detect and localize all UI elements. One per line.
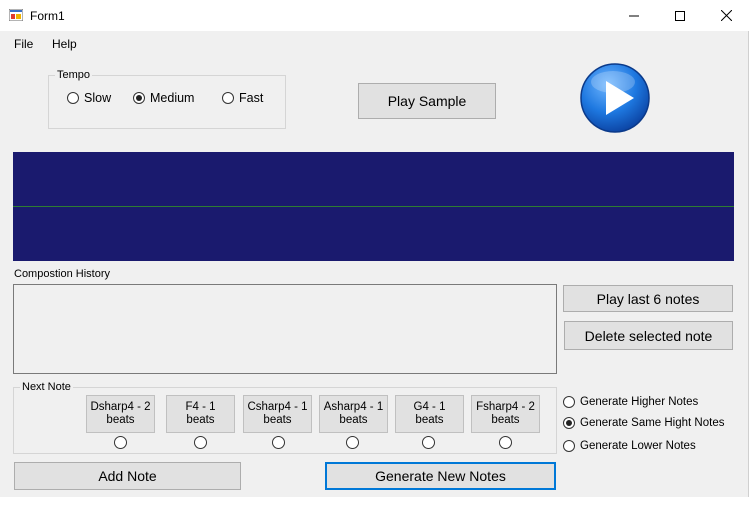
note-text: beats [263, 414, 292, 426]
tempo-slow-radio[interactable]: Slow [67, 91, 111, 105]
note-option-4[interactable]: Asharp4 - 1 beats [319, 395, 388, 433]
generate-same-label: Generate Same Hight Notes [580, 417, 725, 429]
menu-file[interactable]: File [14, 37, 33, 51]
note-text: Csharp4 - 1 [247, 401, 308, 413]
note-text: Dsharp4 - 2 [90, 401, 151, 413]
note-radio-4[interactable] [346, 436, 359, 449]
note-text: beats [415, 414, 444, 426]
radio-circle [563, 396, 575, 408]
tempo-fast-label: Fast [239, 91, 264, 105]
minimize-icon [629, 15, 639, 16]
generate-same-radio[interactable]: Generate Same Hight Notes [563, 417, 724, 429]
generate-new-notes-button[interactable]: Generate New Notes [325, 462, 556, 490]
radio-circle [67, 92, 79, 104]
app-icon [9, 9, 23, 21]
waveform-display [13, 152, 734, 261]
title-bar[interactable]: Form1 [0, 0, 749, 31]
note-radio-1[interactable] [114, 436, 127, 449]
note-radio-6[interactable] [499, 436, 512, 449]
note-text: beats [491, 414, 520, 426]
note-option-5[interactable]: G4 - 1 beats [395, 395, 464, 433]
delete-selected-button[interactable]: Delete selected note [564, 321, 733, 350]
note-option-6[interactable]: Fsharp4 - 2 beats [471, 395, 540, 433]
generate-lower-label: Generate Lower Notes [580, 440, 696, 452]
window-title: Form1 [30, 9, 65, 23]
note-radio-5[interactable] [422, 436, 435, 449]
waveform-line [13, 206, 734, 207]
close-button[interactable] [703, 0, 749, 31]
note-text: beats [339, 414, 368, 426]
main-window: Form1 File Help Tempo Slow Medium Fast P… [0, 0, 749, 497]
play-last-button[interactable]: Play last 6 notes [563, 285, 733, 312]
play-icon[interactable] [579, 62, 651, 134]
generate-higher-radio[interactable]: Generate Higher Notes [563, 396, 698, 408]
maximize-icon [675, 10, 685, 21]
note-text: F4 - 1 [185, 401, 216, 413]
note-option-1[interactable]: Dsharp4 - 2 beats [86, 395, 155, 433]
note-option-2[interactable]: F4 - 1 beats [166, 395, 235, 433]
history-label: Compostion History [14, 268, 110, 280]
note-text: Asharp4 - 1 [323, 401, 384, 413]
radio-circle [222, 92, 234, 104]
menu-help[interactable]: Help [52, 37, 77, 51]
play-sample-button[interactable]: Play Sample [358, 83, 496, 119]
tempo-label: Tempo [55, 69, 93, 81]
maximize-button[interactable] [657, 0, 703, 31]
minimize-button[interactable] [611, 0, 657, 31]
note-text: beats [106, 414, 135, 426]
radio-circle-checked [563, 417, 575, 429]
radio-circle [563, 440, 575, 452]
note-text: beats [186, 414, 215, 426]
add-note-button[interactable]: Add Note [14, 462, 241, 490]
history-list[interactable] [13, 284, 557, 374]
note-radio-3[interactable] [272, 436, 285, 449]
next-note-label: Next Note [20, 381, 73, 393]
close-icon [720, 10, 732, 21]
note-text: G4 - 1 [413, 401, 446, 413]
tempo-medium-label: Medium [150, 91, 195, 105]
radio-circle-checked [133, 92, 145, 104]
generate-lower-radio[interactable]: Generate Lower Notes [563, 440, 696, 452]
tempo-fast-radio[interactable]: Fast [222, 91, 263, 105]
tempo-medium-radio[interactable]: Medium [133, 91, 194, 105]
generate-higher-label: Generate Higher Notes [580, 396, 699, 408]
note-option-3[interactable]: Csharp4 - 1 beats [243, 395, 312, 433]
tempo-slow-label: Slow [84, 91, 112, 105]
note-radio-2[interactable] [194, 436, 207, 449]
note-text: Fsharp4 - 2 [476, 401, 535, 413]
